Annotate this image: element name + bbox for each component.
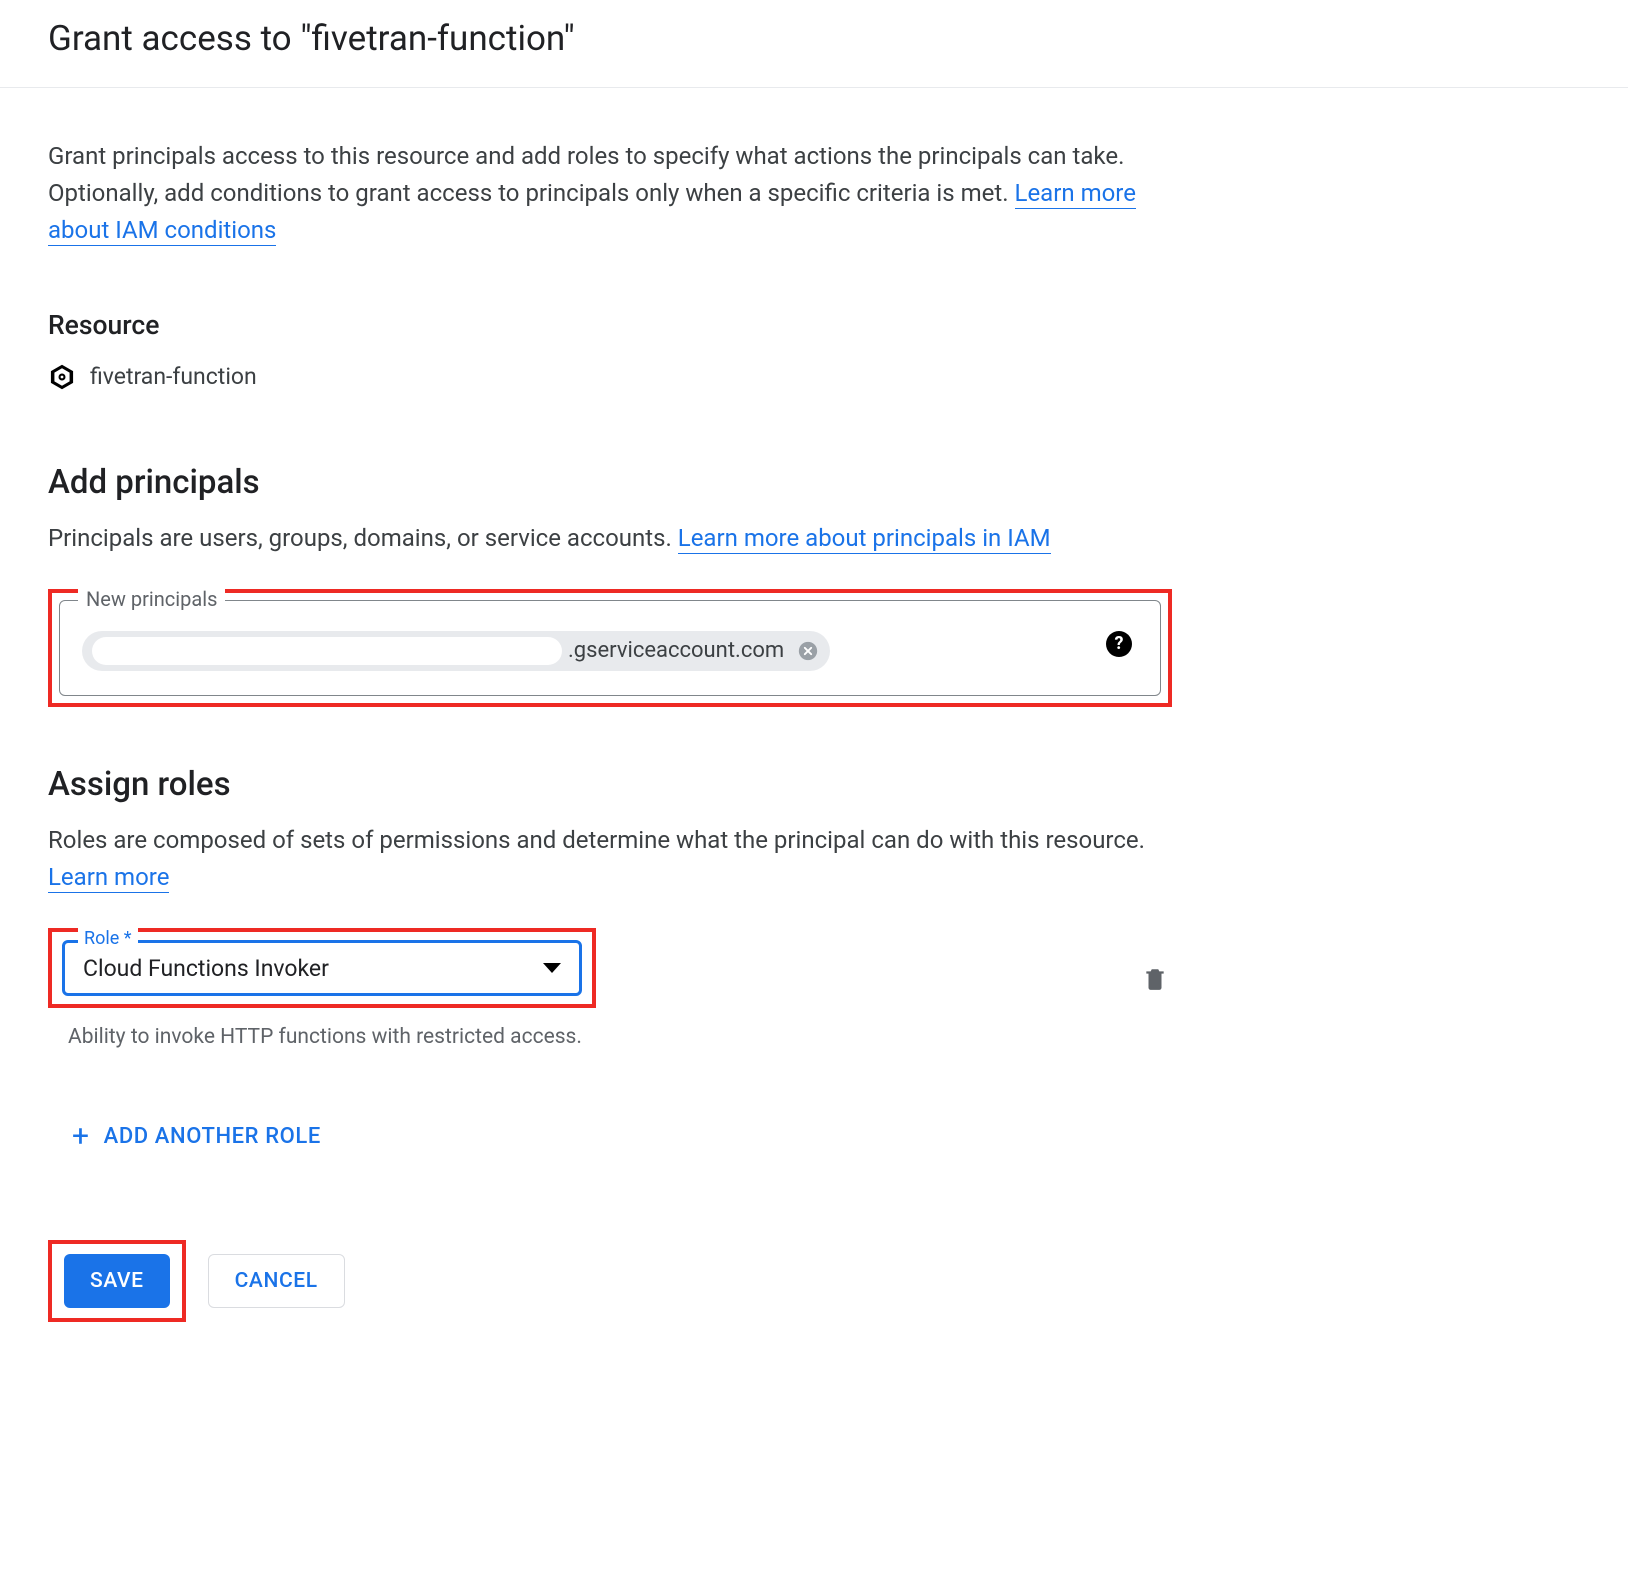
resource-row: fivetran-function [48,363,1172,391]
principal-chip-masked [92,637,562,665]
highlight-role-box: Role * Cloud Functions Invoker [48,928,596,1008]
cloud-function-icon [48,363,76,391]
add-another-role-button[interactable]: + ADD ANOTHER ROLE [72,1122,321,1152]
highlight-principals-box: New principals .gserviceaccount.com ? [48,589,1172,707]
principal-chip[interactable]: .gserviceaccount.com [82,631,830,671]
footer-actions: SAVE CANCEL [48,1240,1172,1322]
principals-desc-text: Principals are users, groups, domains, o… [48,524,678,552]
intro-text: Grant principals access to this resource… [48,142,1124,207]
cancel-button-label: CANCEL [235,1269,318,1293]
panel-header: Grant access to "fivetran-function" [0,0,1628,88]
principal-chip-suffix: .gserviceaccount.com [568,638,784,663]
highlight-save-box: SAVE [48,1240,186,1322]
role-field-label: Role * [78,928,138,949]
learn-more-roles-link[interactable]: Learn more [48,863,169,893]
trash-icon [1142,966,1168,992]
dropdown-caret-icon [543,963,561,973]
page-title: Grant access to "fivetran-function" [48,18,1580,59]
add-principals-heading: Add principals [48,463,1172,502]
assign-roles-heading: Assign roles [48,765,1172,804]
role-row: Role * Cloud Functions Invoker Ability t… [48,928,1172,1054]
role-select[interactable]: Cloud Functions Invoker [62,940,582,996]
plus-icon: + [72,1122,90,1152]
principals-description: Principals are users, groups, domains, o… [48,520,1172,557]
resource-name: fivetran-function [90,363,257,390]
role-select-wrap: Role * Cloud Functions Invoker [62,940,582,996]
role-selected-value: Cloud Functions Invoker [83,955,329,982]
roles-description: Roles are composed of sets of permission… [48,822,1172,896]
add-another-role-label: ADD ANOTHER ROLE [104,1124,321,1149]
roles-desc-text: Roles are composed of sets of permission… [48,826,1145,854]
chip-remove-icon[interactable] [794,637,822,665]
new-principals-field[interactable]: New principals .gserviceaccount.com ? [59,600,1161,696]
intro-paragraph: Grant principals access to this resource… [48,138,1172,250]
cancel-button[interactable]: CANCEL [208,1254,345,1308]
save-button[interactable]: SAVE [64,1254,170,1308]
help-icon[interactable]: ? [1104,629,1134,659]
role-description-text: Ability to invoke HTTP functions with re… [68,1022,588,1054]
resource-heading: Resource [48,310,1172,341]
panel-content: Grant principals access to this resource… [0,88,1220,1322]
save-button-label: SAVE [90,1269,144,1293]
delete-role-button[interactable] [1138,962,1172,996]
new-principals-label: New principals [78,587,225,611]
learn-more-principals-link[interactable]: Learn more about principals in IAM [678,524,1051,554]
